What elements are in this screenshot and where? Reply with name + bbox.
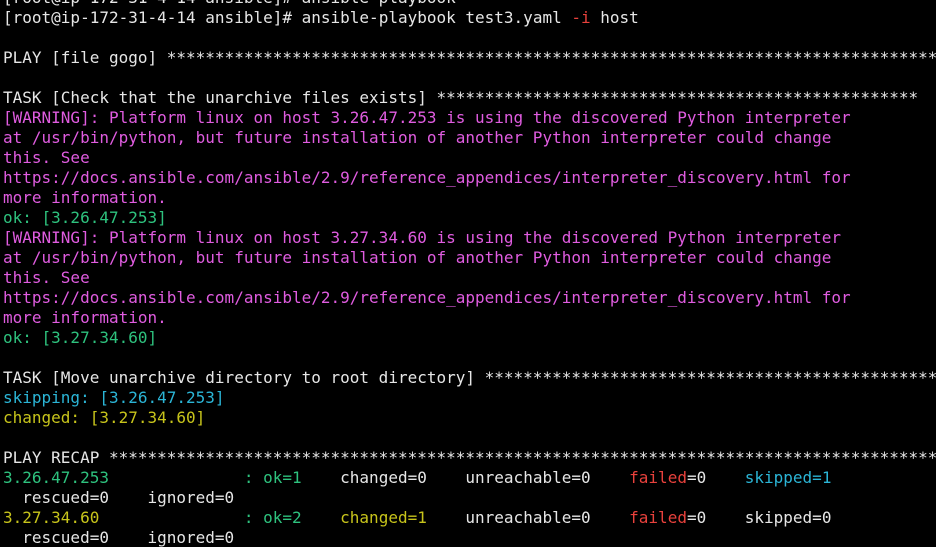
recap-row: 3.27.34.60 : ok=2 changed=1 unreachable=… — [3, 508, 936, 528]
skipping-result-line: skipping: [3.26.47.253] — [3, 388, 225, 407]
recap-row-continued: rescued=0 ignored=0 — [3, 528, 235, 547]
play-header: PLAY [file gogo] ***********************… — [3, 48, 936, 67]
terminal-output: [root@ip-172-31-4-14 ansible]# ansible-p… — [3, 0, 936, 547]
recap-spacer — [99, 508, 244, 527]
shell-prompt: [root@ip-172-31-4-14 ansible]# — [3, 8, 302, 27]
recap-changed: changed=0 — [340, 468, 427, 487]
previous-command-line: [root@ip-172-31-4-14 ansible]# ansible-p… — [3, 0, 936, 8]
recap-unreachable: unreachable=0 — [465, 508, 591, 527]
recap-row: 3.26.47.253 : ok=1 changed=0 unreachable… — [3, 468, 936, 488]
recap-host: 3.26.47.253 — [3, 468, 109, 487]
recap-spacer — [427, 508, 466, 527]
ok-result-line: ok: [3.26.47.253] — [3, 208, 167, 227]
warning-line: more information. — [3, 308, 167, 327]
command-option: -i — [571, 8, 591, 27]
recap-spacer — [427, 468, 466, 487]
warning-line: [WARNING]: Platform linux on host 3.27.3… — [3, 228, 842, 247]
warning-line: at /usr/bin/python, but future installat… — [3, 128, 832, 147]
warning-line: this. See — [3, 148, 90, 167]
warning-line: https://docs.ansible.com/ansible/2.9/ref… — [3, 168, 851, 187]
recap-spacer — [591, 468, 630, 487]
recap-failed-key: failed — [629, 468, 687, 487]
recap-host: 3.27.34.60 — [3, 508, 100, 527]
command-text: ansible-playbook test3.yaml — [301, 8, 572, 27]
recap-failed-value: =0 — [686, 508, 707, 527]
recap-skipped: skipped=1 — [744, 468, 832, 487]
task-header-check: TASK [Check that the unarchive files exi… — [3, 88, 919, 107]
warning-line: https://docs.ansible.com/ansible/2.9/ref… — [3, 288, 851, 307]
recap-colon: : — [243, 468, 264, 487]
recap-spacer — [302, 468, 341, 487]
warning-line: this. See — [3, 268, 90, 287]
recap-failed-key: failed — [629, 508, 687, 527]
terminal-window[interactable]: [root@ip-172-31-4-14 ansible]# ansible-p… — [0, 0, 936, 547]
command-line: [root@ip-172-31-4-14 ansible]# ansible-p… — [3, 8, 936, 28]
recap-row-continued: rescued=0 ignored=0 — [3, 488, 235, 507]
recap-ok: ok=1 — [263, 468, 302, 487]
changed-result-line: changed: [3.27.34.60] — [3, 408, 206, 427]
warning-line: [WARNING]: Platform linux on host 3.26.4… — [3, 108, 851, 127]
command-argument: host — [590, 8, 639, 27]
recap-spacer — [302, 508, 341, 527]
recap-changed: changed=1 — [340, 508, 427, 527]
recap-spacer — [109, 468, 244, 487]
recap-unreachable: unreachable=0 — [465, 468, 591, 487]
recap-spacer — [591, 508, 630, 527]
task-header-move: TASK [Move unarchive directory to root d… — [3, 368, 936, 387]
recap-colon: : — [243, 508, 264, 527]
warning-line: more information. — [3, 188, 167, 207]
recap-skipped: skipped=0 — [744, 508, 832, 527]
recap-spacer — [706, 468, 745, 487]
recap-failed-value: =0 — [686, 468, 707, 487]
recap-spacer — [706, 508, 745, 527]
recap-ok: ok=2 — [263, 508, 302, 527]
ok-result-line: ok: [3.27.34.60] — [3, 328, 158, 347]
warning-line: at /usr/bin/python, but future installat… — [3, 248, 832, 267]
play-recap-header: PLAY RECAP *****************************… — [3, 448, 936, 467]
